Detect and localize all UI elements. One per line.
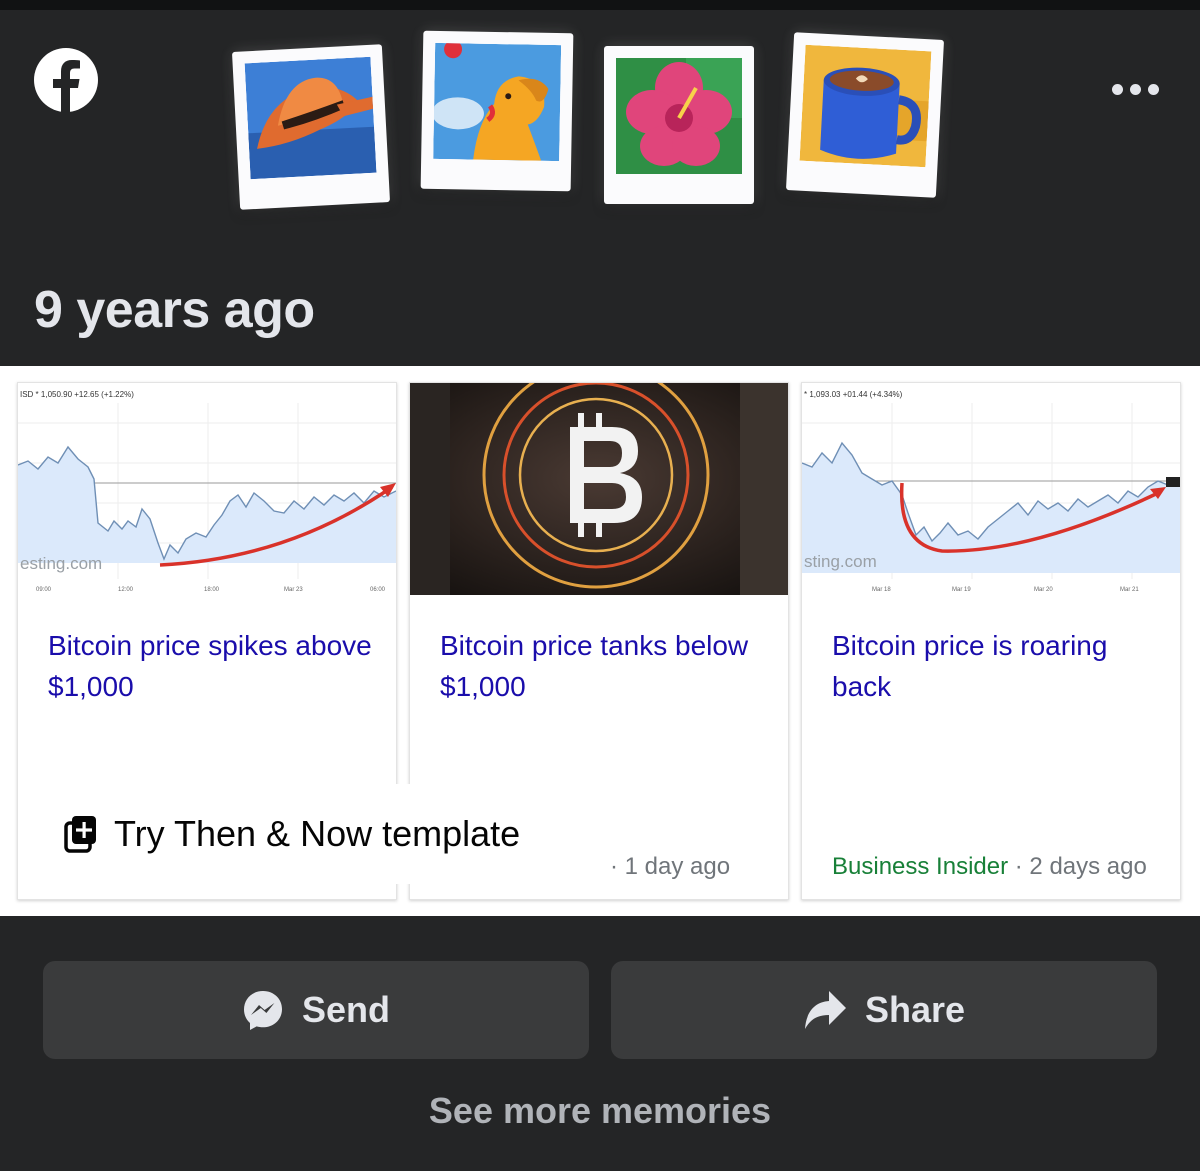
article-meta: · 1 day ago [610, 853, 731, 880]
chart-axis-label: 18:00 [204, 587, 220, 593]
send-button[interactable]: Send [43, 961, 589, 1059]
hibiscus-illustration [604, 46, 754, 204]
chart-header-text: ISD * 1,050.90 +12.65 (+1.22%) [20, 390, 134, 399]
dot [1148, 83, 1159, 95]
chart-watermark: sting.com [804, 552, 877, 571]
see-more-memories-link[interactable]: See more memories [0, 1090, 1200, 1132]
article-source: Business Insider [832, 853, 1009, 880]
cowboy-hat-illustration [231, 44, 391, 210]
messenger-icon [243, 991, 282, 1030]
coffee-mug-illustration [785, 32, 945, 198]
try-template-button[interactable]: Try Then & Now template [40, 784, 610, 884]
memory-post: 9 years ago ISD * 1,050.90 +12.65 (+1.22… [0, 0, 1200, 1171]
bitcoin-photo-thumbnail [410, 383, 788, 595]
dot [1112, 83, 1123, 95]
share-button[interactable]: Share [611, 961, 1157, 1059]
chart-axis-label: Mar 20 [1034, 587, 1053, 593]
article-title[interactable]: Bitcoin price tanks below $1,000 [440, 625, 770, 707]
memory-time-label: 9 years ago [34, 281, 315, 339]
article-title[interactable]: Bitcoin price spikes above $1,000 [48, 625, 378, 707]
article-time: · 2 days ago [1008, 853, 1147, 880]
try-template-label: Try Then & Now template [114, 813, 521, 854]
top-divider [0, 0, 1200, 10]
price-chart-thumbnail: * 1,093.03 +01.44 (+4.34%) sting.com Mar… [802, 383, 1180, 595]
more-options-icon[interactable] [1112, 78, 1164, 100]
facebook-logo-icon[interactable] [34, 48, 98, 112]
price-chart-thumbnail: ISD * 1,050.90 +12.65 (+1.22%) esting.co… [18, 383, 396, 595]
chart-axis-label: 12:00 [118, 587, 134, 593]
memory-content[interactable]: ISD * 1,050.90 +12.65 (+1.22%) esting.co… [0, 366, 1200, 916]
chart-axis-label: Mar 19 [952, 587, 971, 593]
dot [1130, 83, 1141, 95]
share-label: Share [864, 989, 966, 1030]
chart-axis-label: 09:00 [36, 587, 52, 593]
chart-header-text: * 1,093.03 +01.44 (+4.34%) [804, 390, 903, 399]
article-meta: Business Insider · 2 days ago [832, 853, 1147, 881]
chart-axis-label: Mar 21 [1120, 587, 1139, 593]
send-label: Send [301, 989, 390, 1030]
add-template-icon [64, 816, 96, 853]
share-arrow-icon [804, 991, 846, 1029]
dog-illustration [420, 30, 574, 192]
chart-watermark: esting.com [20, 554, 102, 573]
article-title[interactable]: Bitcoin price is roaring back [832, 625, 1162, 707]
chart-axis-label: Mar 18 [872, 587, 891, 593]
news-card[interactable]: * 1,093.03 +01.44 (+4.34%) sting.com Mar… [801, 382, 1181, 900]
chart-axis-label: Mar 23 [284, 587, 303, 593]
chart-axis-label: 06:00 [370, 587, 386, 593]
